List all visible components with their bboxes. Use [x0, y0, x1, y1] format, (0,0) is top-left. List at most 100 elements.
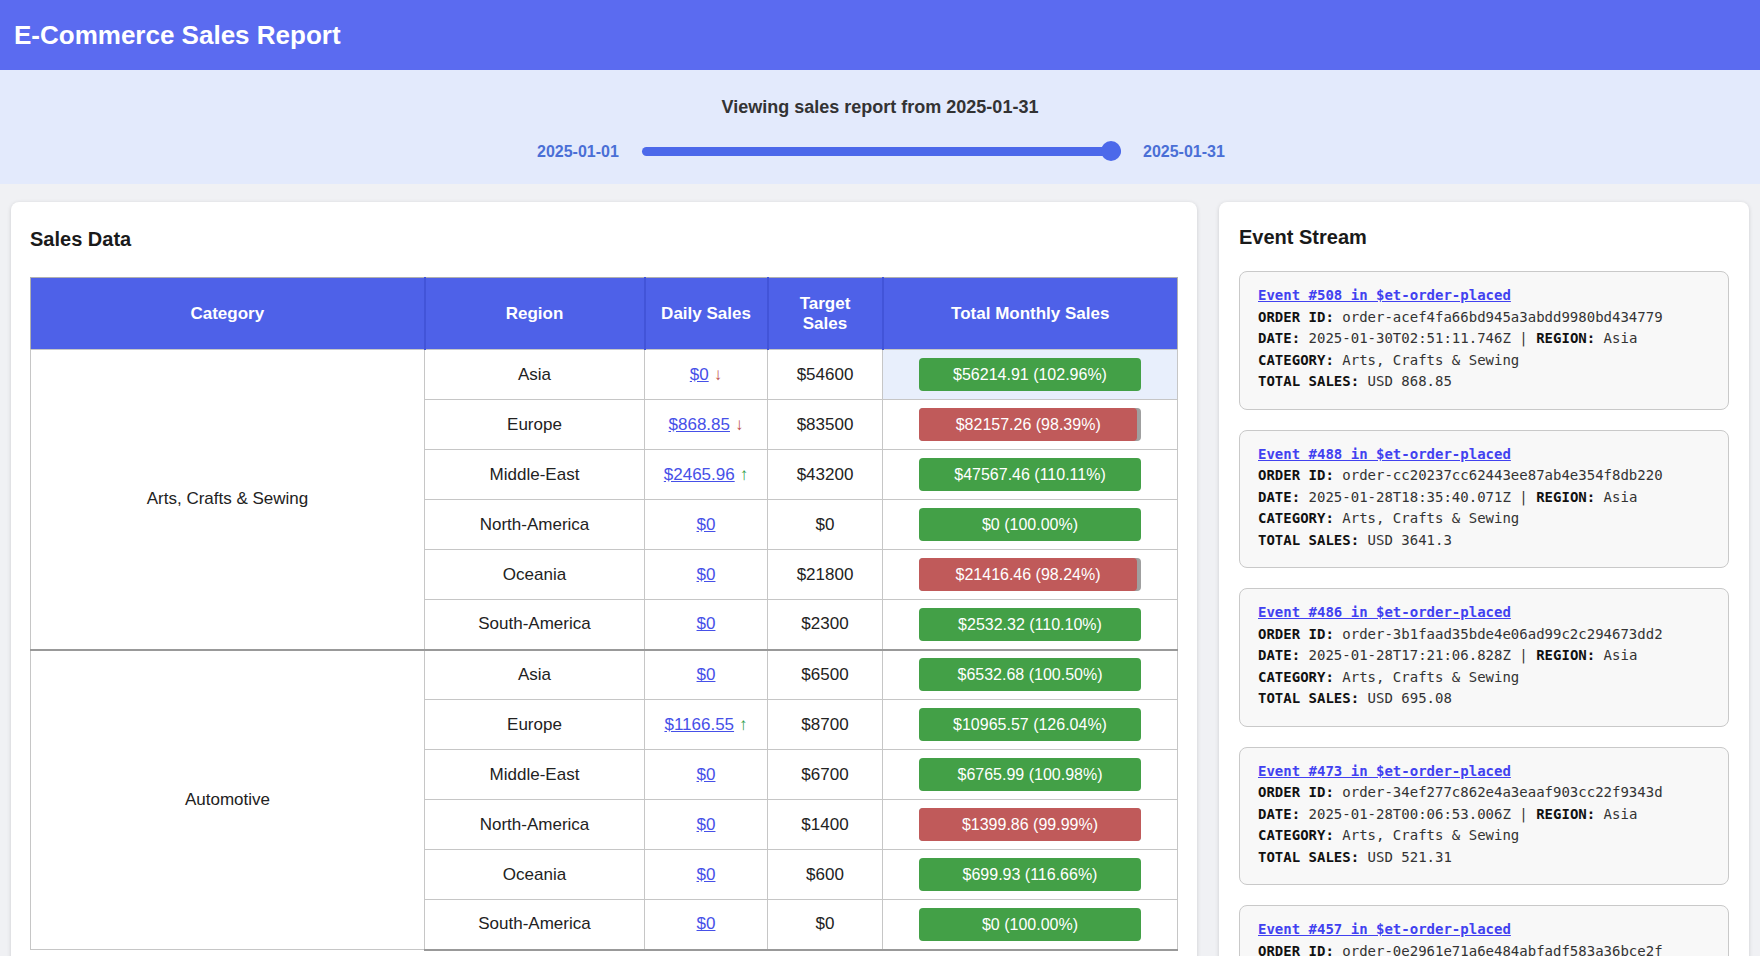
sales-progress-track: $699.93 (116.66%) [919, 858, 1141, 891]
event-order-id: ORDER ID: order-34ef277c862e4a3eaaf903cc… [1258, 782, 1710, 804]
sales-progress-track: $21416.46 (98.24%) [919, 558, 1141, 591]
daily-sales-link[interactable]: $0 [697, 865, 716, 884]
sales-progress-track: $2532.32 (110.10%) [919, 608, 1141, 641]
daily-sales-link[interactable]: $0 [697, 565, 716, 584]
sales-progress-badge: $47567.46 (110.11%) [919, 458, 1141, 491]
event-stream-title: Event Stream [1239, 226, 1729, 249]
daily-sales-link[interactable]: $0 [697, 765, 716, 784]
daily-sales-cell: $2465.96↑ [645, 450, 768, 500]
target-sales-cell: $1400 [768, 800, 883, 850]
event-card: Event #473 in $et-order-placed ORDER ID: … [1239, 747, 1729, 886]
region-cell: Middle-East [425, 750, 645, 800]
app-header: E-Commerce Sales Report [0, 0, 1760, 70]
sales-table-header: CategoryRegionDaily SalesTarget SalesTot… [31, 278, 1178, 350]
region-cell: South-America [425, 600, 645, 650]
event-order-id: ORDER ID: order-cc20237cc62443ee87ab4e35… [1258, 465, 1710, 487]
daily-sales-link[interactable]: $0 [697, 914, 716, 933]
slider-thumb[interactable] [1101, 141, 1121, 161]
sales-progress-badge: $6765.99 (100.98%) [919, 758, 1141, 791]
region-cell: Asia [425, 650, 645, 700]
column-header: Target Sales [768, 278, 883, 350]
target-sales-cell: $83500 [768, 400, 883, 450]
sales-progress-badge: $699.93 (116.66%) [919, 858, 1141, 891]
event-link[interactable]: Event #486 in $et-order-placed [1258, 604, 1511, 620]
event-date-region: DATE: 2025-01-28T18:35:40.071Z | REGION:… [1258, 487, 1710, 509]
event-order-id: ORDER ID: order-3b1faad35bde4e06ad99c2c2… [1258, 624, 1710, 646]
trend-up-icon: ↑ [739, 715, 748, 734]
daily-sales-link[interactable]: $0 [690, 365, 709, 384]
daily-sales-link[interactable]: $2465.96 [664, 465, 735, 484]
daily-sales-cell: $0 [645, 750, 768, 800]
sales-progress-badge: $21416.46 (98.24%) [919, 558, 1137, 591]
event-date-region: DATE: 2025-01-28T17:21:06.828Z | REGION:… [1258, 645, 1710, 667]
event-category: CATEGORY: Arts, Crafts & Sewing [1258, 667, 1710, 689]
event-link[interactable]: Event #488 in $et-order-placed [1258, 446, 1511, 462]
daily-sales-link[interactable]: $0 [697, 614, 716, 633]
daily-sales-cell: $0 [645, 850, 768, 900]
sales-progress-badge: $6532.68 (100.50%) [919, 658, 1141, 691]
slider-max-label: 2025-01-31 [1143, 143, 1225, 161]
target-sales-cell: $54600 [768, 350, 883, 400]
event-card: Event #457 in $et-order-placedORDER ID: … [1239, 905, 1729, 956]
column-header: Region [425, 278, 645, 350]
daily-sales-link[interactable]: $0 [697, 665, 716, 684]
event-total-sales: TOTAL SALES: USD 868.85 [1258, 371, 1710, 393]
sales-progress-badge: $56214.91 (102.96%) [919, 358, 1141, 391]
total-monthly-sales-cell: $6532.68 (100.50%) [883, 650, 1178, 700]
event-link[interactable]: Event #473 in $et-order-placed [1258, 763, 1511, 779]
category-cell: Automotive [31, 650, 425, 950]
daily-sales-link[interactable]: $1166.55 [664, 715, 734, 734]
target-sales-cell: $0 [768, 500, 883, 550]
total-monthly-sales-cell: $1399.86 (99.99%) [883, 800, 1178, 850]
slider-track[interactable] [642, 147, 1121, 156]
event-category: CATEGORY: Arts, Crafts & Sewing [1258, 825, 1710, 847]
event-category: CATEGORY: Arts, Crafts & Sewing [1258, 350, 1710, 372]
trend-down-icon: ↓ [735, 415, 744, 434]
trend-down-icon: ↓ [714, 365, 723, 384]
region-cell: Europe [425, 400, 645, 450]
event-total-sales: TOTAL SALES: USD 3641.3 [1258, 530, 1710, 552]
sales-progress-track: $47567.46 (110.11%) [919, 458, 1141, 491]
target-sales-cell: $6500 [768, 650, 883, 700]
total-monthly-sales-cell: $56214.91 (102.96%) [883, 350, 1178, 400]
target-sales-cell: $2300 [768, 600, 883, 650]
daily-sales-link[interactable]: $868.85 [669, 415, 730, 434]
target-sales-cell: $43200 [768, 450, 883, 500]
sales-progress-track: $82157.26 (98.39%) [919, 408, 1141, 441]
daily-sales-link[interactable]: $0 [697, 515, 716, 534]
target-sales-cell: $0 [768, 900, 883, 950]
daily-sales-cell: $0 [645, 650, 768, 700]
event-stream-panel: Event Stream Event #508 in $et-order-pla… [1219, 202, 1749, 956]
event-date-region: DATE: 2025-01-30T02:51:11.746Z | REGION:… [1258, 328, 1710, 350]
event-total-sales: TOTAL SALES: USD 695.08 [1258, 688, 1710, 710]
total-monthly-sales-cell: $82157.26 (98.39%) [883, 400, 1178, 450]
daily-sales-cell: $0 [645, 900, 768, 950]
report-view-title: Viewing sales report from 2025-01-31 [0, 70, 1760, 118]
event-link[interactable]: Event #508 in $et-order-placed [1258, 287, 1511, 303]
region-cell: Asia [425, 350, 645, 400]
target-sales-cell: $6700 [768, 750, 883, 800]
sales-progress-badge: $0 (100.00%) [919, 508, 1141, 541]
daily-sales-link[interactable]: $0 [697, 815, 716, 834]
event-link[interactable]: Event #457 in $et-order-placed [1258, 921, 1511, 937]
table-row: Arts, Crafts & SewingAsia$0↓$54600$56214… [31, 350, 1178, 400]
region-cell: North-America [425, 500, 645, 550]
event-total-sales: TOTAL SALES: USD 521.31 [1258, 847, 1710, 869]
sales-progress-badge: $0 (100.00%) [919, 908, 1141, 941]
total-monthly-sales-cell: $699.93 (116.66%) [883, 850, 1178, 900]
target-sales-cell: $21800 [768, 550, 883, 600]
sales-progress-track: $6532.68 (100.50%) [919, 658, 1141, 691]
total-monthly-sales-cell: $10965.57 (126.04%) [883, 700, 1178, 750]
page-title: E-Commerce Sales Report [14, 20, 341, 51]
column-header: Total Monthly Sales [883, 278, 1178, 350]
region-cell: Oceania [425, 850, 645, 900]
daily-sales-cell: $0 [645, 500, 768, 550]
event-list: Event #508 in $et-order-placed ORDER ID: … [1239, 271, 1729, 956]
sales-table: CategoryRegionDaily SalesTarget SalesTot… [30, 277, 1178, 951]
date-slider[interactable] [642, 141, 1121, 161]
event-card: Event #488 in $et-order-placed ORDER ID: … [1239, 430, 1729, 569]
sales-progress-track: $10965.57 (126.04%) [919, 708, 1141, 741]
column-header: Category [31, 278, 425, 350]
sales-progress-track: $56214.91 (102.96%) [919, 358, 1141, 391]
sales-progress-track: $0 (100.00%) [919, 908, 1141, 941]
